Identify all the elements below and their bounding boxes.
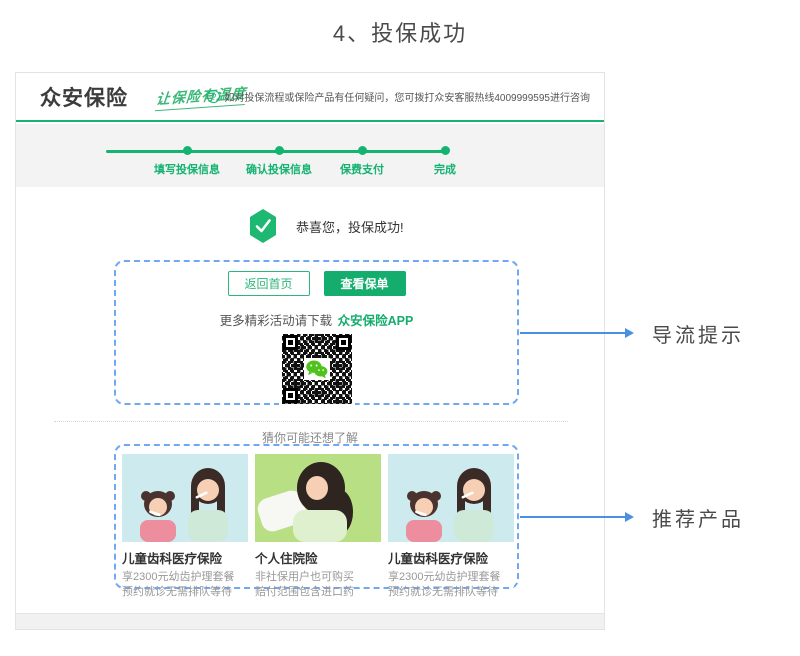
step-complete: 完成 (434, 146, 456, 177)
step-confirm-info: 确认投保信息 (246, 146, 312, 177)
step-dot-icon (358, 146, 367, 155)
arrowhead-icon (625, 512, 634, 522)
app-promo-text: 更多精彩活动请下载 众安保险APP (116, 310, 517, 329)
step-premium-payment: 保费支付 (340, 146, 384, 177)
page-title: 4、投保成功 (0, 16, 800, 48)
step-label: 确认投保信息 (246, 161, 312, 177)
hospital-woman-image (255, 454, 381, 542)
wechat-icon (304, 358, 330, 380)
product-desc-line: 赔付范围包含进口药 (255, 585, 381, 600)
step-dot-icon (441, 146, 450, 155)
product-desc-line: 享2300元幼齿护理套餐 (122, 570, 248, 585)
recommended-label: 推荐产品 (652, 503, 744, 532)
product-title: 儿童齿科医疗保险 (122, 548, 248, 567)
recommended-arrow (520, 516, 632, 518)
product-card[interactable]: 儿童齿科医疗保险 享2300元幼齿护理套餐 预约就诊无需排队等待 (388, 454, 514, 587)
view-policy-button[interactable]: 查看保单 (324, 271, 406, 296)
step-label: 保费支付 (340, 161, 384, 177)
qr-finder-icon (283, 335, 298, 350)
product-title: 个人住院险 (255, 548, 381, 567)
progress-stepper: 填写投保信息 确认投保信息 保费支付 完成 (16, 124, 604, 187)
step-fill-info: 填写投保信息 (154, 146, 220, 177)
insurance-success-panel: 众安保险 让保险有温度 ? 如对投保流程或保险产品有任何疑问，您可拨打众安客服热… (15, 72, 605, 630)
hotline-text: 如对投保流程或保险产品有任何疑问，您可拨打众安客服热线4009999595进行咨… (224, 89, 590, 104)
section-divider (54, 421, 568, 422)
product-desc-line: 非社保用户也可购买 (255, 570, 381, 585)
step-dot-icon (183, 146, 192, 155)
kids-dental-image (122, 454, 248, 542)
promo-prefix: 更多精彩活动请下载 (220, 314, 336, 328)
zhongan-logo[interactable]: 众安保险 (40, 82, 128, 112)
app-download-link[interactable]: 众安保险APP (338, 314, 414, 328)
panel-footer (16, 613, 604, 629)
action-buttons: 返回首页 查看保单 (116, 271, 517, 296)
arrowhead-icon (625, 328, 634, 338)
step-label: 填写投保信息 (154, 161, 220, 177)
qr-finder-icon (283, 388, 298, 403)
flow-tip-label: 导流提示 (652, 319, 744, 348)
product-desc-line: 预约就诊无需排队等待 (122, 585, 248, 600)
kids-dental-image (388, 454, 514, 542)
product-title: 儿童齿科医疗保险 (388, 548, 514, 567)
qr-finder-icon (336, 335, 351, 350)
product-image (122, 454, 248, 542)
success-message: 恭喜您，投保成功! (296, 217, 404, 236)
product-card[interactable]: 儿童齿科医疗保险 享2300元幼齿护理套餐 预约就诊无需排队等待 (122, 454, 248, 587)
success-check-icon (248, 209, 278, 243)
success-banner: 恭喜您，投保成功! (248, 209, 404, 243)
product-desc-line: 预约就诊无需排队等待 (388, 585, 514, 600)
question-circle-icon: ? (207, 90, 220, 103)
recommended-products-region: 儿童齿科医疗保险 享2300元幼齿护理套餐 预约就诊无需排队等待 个人住院险 非… (114, 444, 519, 589)
back-home-button[interactable]: 返回首页 (228, 271, 310, 296)
site-header: 众安保险 让保险有温度 ? 如对投保流程或保险产品有任何疑问，您可拨打众安客服热… (16, 73, 604, 122)
step-dot-icon (275, 146, 284, 155)
step-label: 完成 (434, 161, 456, 177)
product-image (255, 454, 381, 542)
flow-tip-arrow (520, 332, 632, 334)
wechat-qr-code (282, 334, 352, 404)
hotline-help: ? 如对投保流程或保险产品有任何疑问，您可拨打众安客服热线4009999595进… (207, 73, 590, 120)
flow-tip-region: 返回首页 查看保单 更多精彩活动请下载 众安保险APP (114, 260, 519, 405)
product-desc-line: 享2300元幼齿护理套餐 (388, 570, 514, 585)
product-card[interactable]: 个人住院险 非社保用户也可购买 赔付范围包含进口药 (255, 454, 381, 587)
product-image (388, 454, 514, 542)
